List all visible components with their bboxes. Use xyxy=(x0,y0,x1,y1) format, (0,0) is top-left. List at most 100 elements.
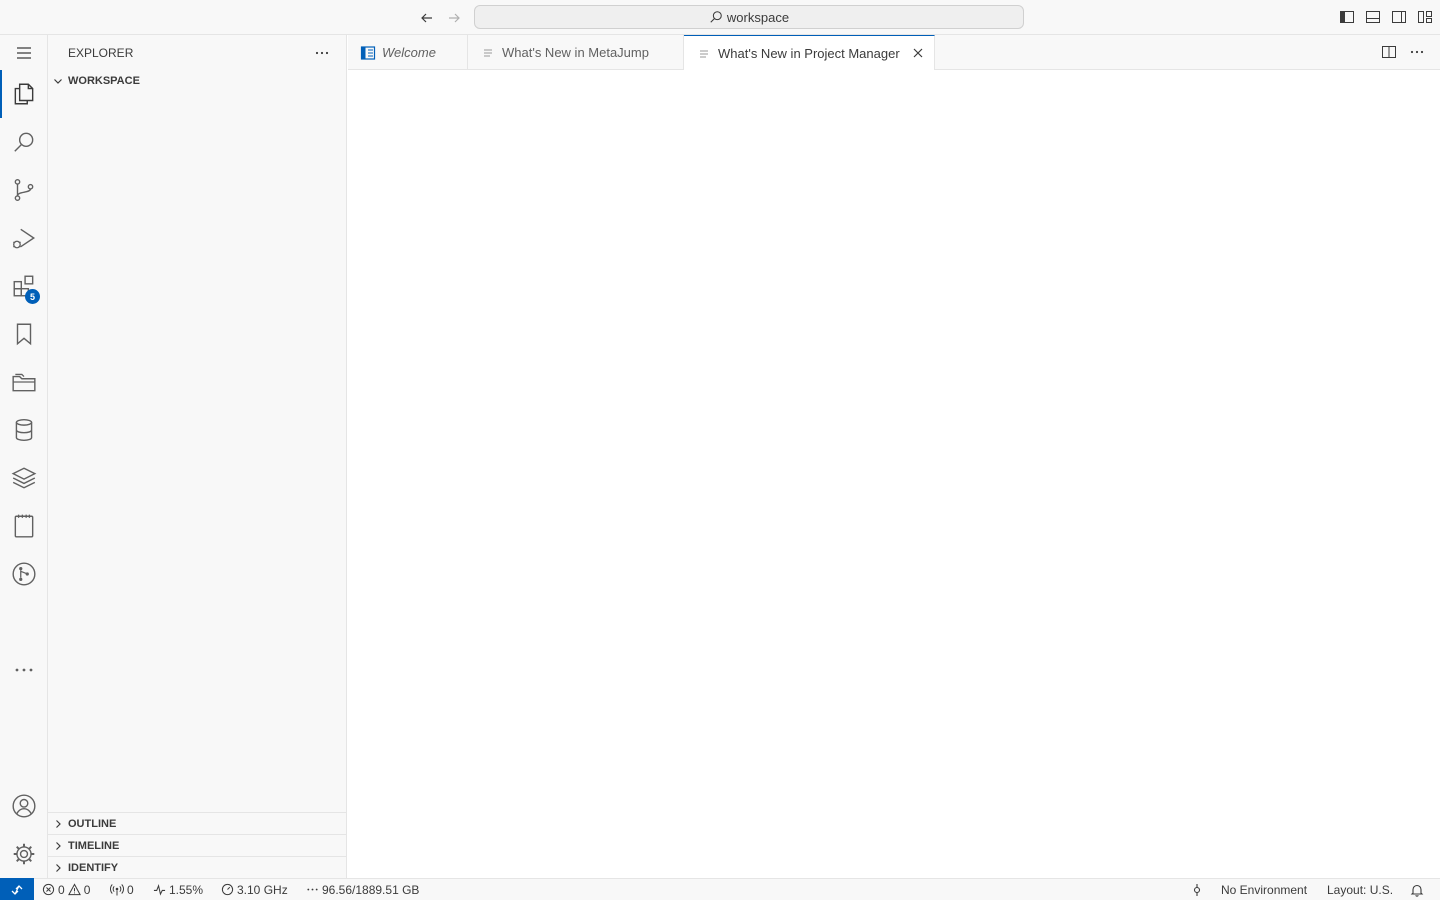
panel-icon xyxy=(1366,11,1380,23)
commit-status[interactable] xyxy=(1190,879,1204,900)
editor-content[interactable] xyxy=(348,70,1440,878)
problems-status[interactable]: 0 0 xyxy=(42,879,90,900)
memory-status[interactable]: 96.56/1889.51 GB xyxy=(306,879,419,900)
editor-actions xyxy=(1380,43,1426,61)
tab-label: What's New in Project Manager xyxy=(718,46,900,61)
timeline-section-label: TIMELINE xyxy=(68,839,120,852)
tab-label: What's New in MetaJump xyxy=(502,45,649,60)
notebook-icon xyxy=(14,514,34,538)
run-debug-icon xyxy=(13,228,36,249)
search-icon xyxy=(710,11,722,23)
preview-icon xyxy=(480,45,496,61)
git-graph-icon xyxy=(12,562,36,586)
broadcast-icon xyxy=(110,883,124,895)
activity-explorer[interactable] xyxy=(0,70,48,118)
bookmark-icon xyxy=(16,323,32,346)
chevron-right-icon xyxy=(48,813,68,835)
workspace-section-header[interactable]: WORKSPACE xyxy=(48,70,347,92)
activity-run-debug[interactable] xyxy=(0,214,48,262)
application-menu-button[interactable] xyxy=(0,35,48,70)
activity-layers[interactable] xyxy=(0,454,48,502)
activity-search[interactable] xyxy=(0,118,48,166)
layers-icon xyxy=(11,467,37,489)
activity-git-graph[interactable] xyxy=(0,550,48,598)
activity-database[interactable] xyxy=(0,406,48,454)
title-bar: workspace xyxy=(0,0,1440,35)
split-editor-button[interactable] xyxy=(1380,43,1398,61)
close-icon xyxy=(913,48,923,58)
remote-indicator-button[interactable] xyxy=(0,878,34,900)
toggle-panel-button[interactable] xyxy=(1364,8,1382,26)
activity-bar: 5 xyxy=(0,35,48,878)
activity-bookmarks[interactable] xyxy=(0,310,48,358)
ellipsis-icon xyxy=(307,888,318,891)
tab-whats-new-project-manager[interactable]: What's New in Project Manager xyxy=(684,35,935,71)
activity-project-manager[interactable] xyxy=(0,358,48,406)
tab-whats-new-metajump[interactable]: What's New in MetaJump xyxy=(468,35,684,70)
activity-notebook[interactable] xyxy=(0,502,48,550)
identify-section-label: IDENTIFY xyxy=(68,861,119,874)
secondary-sidebar-icon xyxy=(1392,11,1406,23)
cpu-frequency: 3.10 GHz xyxy=(237,882,288,897)
source-control-icon xyxy=(14,179,34,201)
customize-layout-icon xyxy=(1418,11,1432,23)
editor-tabs: Welcome What's New in MetaJump What's Ne… xyxy=(348,35,1440,71)
outline-section-label: OUTLINE xyxy=(68,817,117,830)
python-environment-status[interactable]: No Environment xyxy=(1221,879,1307,900)
command-center-search[interactable]: workspace xyxy=(474,5,1024,29)
command-center-text: workspace xyxy=(726,9,790,25)
arrow-right-icon xyxy=(449,13,460,23)
activity-source-control[interactable] xyxy=(0,166,48,214)
workspace-section-label: WORKSPACE xyxy=(68,75,140,87)
ports-status[interactable]: 0 xyxy=(110,879,134,900)
gear-icon xyxy=(13,843,35,865)
ports-count: 0 xyxy=(127,882,134,897)
vscode-window: workspace 5 EXPLORER WORKSPACE OUTLINE T… xyxy=(0,0,1440,900)
remote-icon xyxy=(11,884,23,895)
close-tab-button[interactable] xyxy=(910,45,926,61)
editor-more-actions-button[interactable] xyxy=(1408,43,1426,61)
split-editor-icon xyxy=(1382,46,1396,58)
primary-sidebar-icon xyxy=(1340,11,1354,23)
go-forward-button[interactable] xyxy=(444,8,464,28)
timeline-section-header[interactable]: TIMELINE xyxy=(48,834,347,856)
outline-section-header[interactable]: OUTLINE xyxy=(48,812,347,834)
memory-usage: 96.56/1889.51 GB xyxy=(322,882,420,897)
arrow-left-icon xyxy=(421,13,432,23)
chevron-right-icon xyxy=(48,835,68,857)
activity-more-button[interactable] xyxy=(0,646,48,694)
warning-count: 0 xyxy=(83,882,91,897)
tab-welcome[interactable]: Welcome xyxy=(348,35,468,70)
chevron-down-icon xyxy=(48,70,68,92)
explorer-icon xyxy=(14,83,34,105)
explorer-more-actions-button[interactable] xyxy=(312,43,332,63)
database-icon xyxy=(15,419,33,441)
preview-icon xyxy=(696,46,712,62)
go-back-button[interactable] xyxy=(417,8,437,28)
pulse-icon xyxy=(153,884,166,896)
cpu-frequency-status[interactable]: 3.10 GHz xyxy=(221,879,288,900)
extensions-badge: 5 xyxy=(25,289,40,304)
cpu-usage: 1.55% xyxy=(169,882,204,897)
notifications-button[interactable] xyxy=(1410,879,1424,900)
ellipsis-icon xyxy=(15,668,33,672)
menu-icon xyxy=(17,46,31,59)
tab-label: Welcome xyxy=(382,45,436,60)
customize-layout-button[interactable] xyxy=(1416,8,1434,26)
status-bar: 0 0 0 1.55% 3.10 GHz 96.56/1889.51 GB No… xyxy=(0,878,1440,900)
warning-icon xyxy=(67,883,81,896)
error-count: 0 xyxy=(58,882,65,897)
activity-extensions[interactable]: 5 xyxy=(0,262,48,310)
git-commit-icon xyxy=(1193,883,1201,896)
keyboard-layout-status[interactable]: Layout: U.S. xyxy=(1327,879,1393,900)
identify-section-header[interactable]: IDENTIFY xyxy=(48,856,347,878)
cpu-status[interactable]: 1.55% xyxy=(153,879,203,900)
error-icon xyxy=(42,883,55,896)
welcome-icon xyxy=(360,45,376,61)
activity-accounts[interactable] xyxy=(0,782,48,830)
activity-manage[interactable] xyxy=(0,830,48,878)
toggle-primary-sidebar-button[interactable] xyxy=(1338,8,1356,26)
primary-sidebar: EXPLORER WORKSPACE OUTLINE TIMELINE IDEN… xyxy=(48,35,347,878)
toggle-secondary-sidebar-button[interactable] xyxy=(1390,8,1408,26)
dashboard-icon xyxy=(221,883,234,896)
